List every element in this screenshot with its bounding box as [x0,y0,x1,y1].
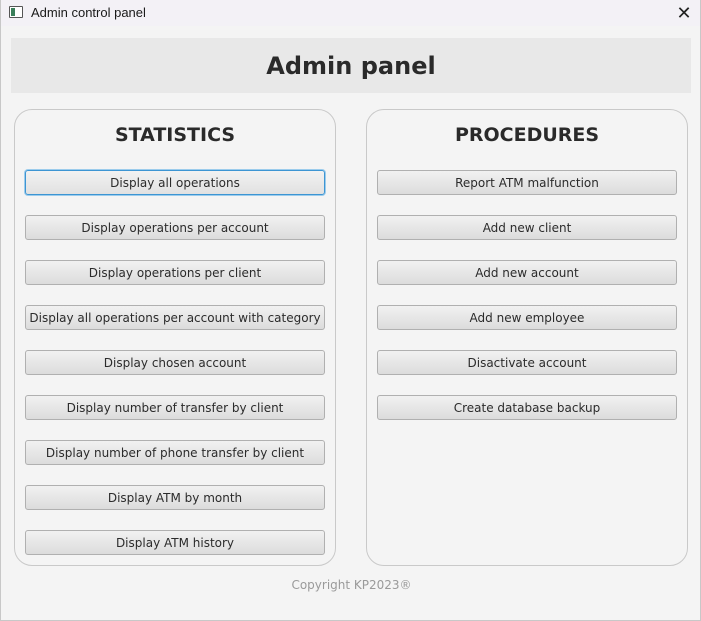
display-all-operations-button[interactable]: Display all operations [25,170,325,195]
add-new-client-button[interactable]: Add new client [377,215,677,240]
statistics-title: STATISTICS [114,124,236,146]
admin-window: Admin control panel ✕ Admin panel STATIS… [0,0,701,621]
app-window-icon [9,6,23,18]
report-atm-malfunction-button[interactable]: Report ATM malfunction [377,170,677,195]
display-operations-with-category-button[interactable]: Display all operations per account with … [25,305,325,330]
add-new-employee-button[interactable]: Add new employee [377,305,677,330]
create-database-backup-button[interactable]: Create database backup [377,395,677,420]
statistics-panel: STATISTICS Display all operations Displa… [14,109,336,566]
title-bar[interactable]: Admin control panel ✕ [1,0,700,26]
add-new-account-button[interactable]: Add new account [377,260,677,285]
disactivate-account-button[interactable]: Disactivate account [377,350,677,375]
page-title: Admin panel [266,51,436,80]
close-icon: ✕ [676,2,692,23]
procedures-title: PROCEDURES [454,124,600,146]
window-title: Admin control panel [31,5,146,20]
display-atm-history-button[interactable]: Display ATM history [25,530,325,555]
header-banner: Admin panel [11,38,691,93]
display-phone-transfers-by-client-button[interactable]: Display number of phone transfer by clie… [25,440,325,465]
display-operations-per-account-button[interactable]: Display operations per account [25,215,325,240]
close-button[interactable]: ✕ [668,0,700,26]
copyright-footer: Copyright KP2023® [291,578,412,592]
display-operations-per-client-button[interactable]: Display operations per client [25,260,325,285]
procedures-panel: PROCEDURES Report ATM malfunction Add ne… [366,109,688,566]
display-chosen-account-button[interactable]: Display chosen account [25,350,325,375]
display-transfers-by-client-button[interactable]: Display number of transfer by client [25,395,325,420]
display-atm-by-month-button[interactable]: Display ATM by month [25,485,325,510]
